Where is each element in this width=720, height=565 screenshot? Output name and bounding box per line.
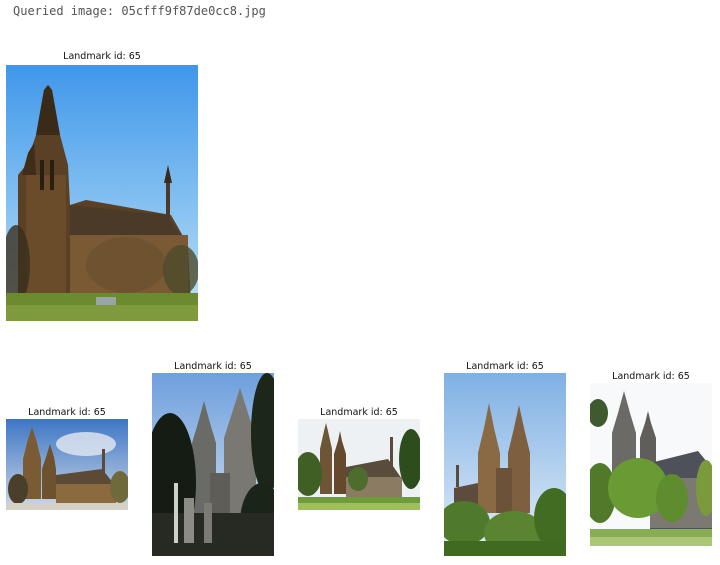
result-image-4 — [298, 419, 420, 510]
result-caption-1: Landmark id: 65 — [63, 51, 141, 62]
result-caption-5: Landmark id: 65 — [466, 361, 544, 372]
result-caption-3: Landmark id: 65 — [174, 361, 252, 372]
result-image-5 — [444, 373, 566, 556]
result-image-3 — [152, 373, 274, 556]
result-caption-6: Landmark id: 65 — [612, 371, 690, 382]
result-image-2 — [6, 419, 128, 510]
result-caption-2: Landmark id: 65 — [28, 407, 106, 418]
result-image-6 — [590, 383, 712, 546]
queried-image-label: Queried image: 05cfff9f87de0cc8.jpg — [13, 4, 266, 18]
result-caption-4: Landmark id: 65 — [320, 407, 398, 418]
result-image-1 — [6, 65, 198, 321]
